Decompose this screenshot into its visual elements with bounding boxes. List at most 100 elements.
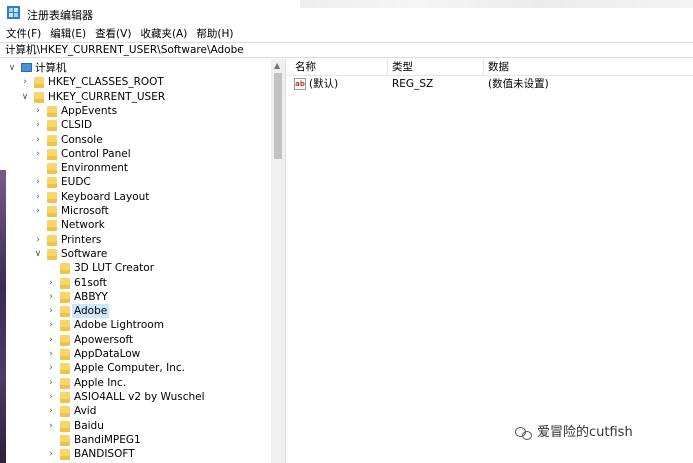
chevron-right-icon[interactable]: › <box>47 447 55 461</box>
tree-item[interactable]: › AppEvents <box>0 104 270 118</box>
folder-icon <box>60 434 70 446</box>
tree-item[interactable]: › BANDISOFT <box>0 447 270 461</box>
tree-item[interactable]: › HKEY_CLASSES_ROOT <box>0 75 270 89</box>
tree-item-label: BANDISOFT <box>74 448 135 461</box>
menu-item[interactable]: 文件(F) <box>6 26 41 42</box>
tree-item[interactable]: Environment <box>0 161 270 175</box>
chevron-right-icon[interactable]: › <box>34 175 42 189</box>
folder-icon <box>60 277 70 289</box>
column-divider[interactable] <box>483 59 484 75</box>
chevron-down-icon[interactable]: ∨ <box>21 90 29 104</box>
chevron-right-icon[interactable]: › <box>47 304 55 318</box>
tree-item[interactable]: ∨ HKEY_CURRENT_USER <box>0 90 270 104</box>
title-bar: 注册表编辑器 <box>0 0 693 26</box>
tree-item[interactable]: › Avid <box>0 404 270 418</box>
tree-item[interactable]: ∨ 计算机 <box>0 61 270 75</box>
tree-item[interactable]: › EUDC <box>0 175 270 189</box>
chevron-right-icon[interactable]: › <box>34 233 42 247</box>
tree-item[interactable]: › AppDataLow <box>0 347 270 361</box>
menu-item[interactable]: 查看(V) <box>95 26 131 42</box>
wechat-icon <box>515 426 533 440</box>
tree-item-label: AppEvents <box>61 104 118 117</box>
tree-item[interactable]: › Apple Computer, Inc. <box>0 361 270 375</box>
chevron-right-icon[interactable]: › <box>34 190 42 204</box>
tree-item[interactable]: › Console <box>0 133 270 147</box>
tree-item[interactable]: › Control Panel <box>0 147 270 161</box>
chevron-right-icon[interactable]: › <box>47 376 55 390</box>
tree-item-label: Control Panel <box>61 147 131 160</box>
chevron-down-icon[interactable]: ∨ <box>34 247 42 261</box>
tree-item-label: CLSID <box>61 119 93 132</box>
tree-item[interactable]: BandiMPEG1 <box>0 433 270 447</box>
tree-scrollbar[interactable]: ▲ <box>271 59 285 463</box>
tree-item[interactable]: › ASIO4ALL v2 by Wuschel <box>0 390 270 404</box>
address-path[interactable]: 计算机\HKEY_CURRENT_USER\Software\Adobe <box>5 44 244 56</box>
tree-item[interactable]: › CLSID <box>0 118 270 132</box>
chevron-right-icon[interactable]: › <box>21 75 29 89</box>
chevron-down-icon[interactable]: ∨ <box>8 61 16 75</box>
tree-item[interactable]: 3D LUT Creator <box>0 261 270 275</box>
chevron-right-icon[interactable]: › <box>34 204 42 218</box>
tree-item[interactable]: › Adobe <box>0 304 270 319</box>
column-divider[interactable] <box>387 59 388 75</box>
chevron-right-icon[interactable]: › <box>47 333 55 347</box>
chevron-right-icon[interactable]: › <box>47 361 55 375</box>
menu-item[interactable]: 编辑(E) <box>50 26 86 42</box>
chevron-right-icon[interactable]: › <box>47 318 55 332</box>
folder-icon <box>60 391 70 403</box>
tree-item[interactable]: › ABBYY <box>0 290 270 304</box>
tree-item[interactable]: › Adobe Lightroom <box>0 318 270 332</box>
tree-item-label: Baidu <box>74 419 104 432</box>
chevron-right-icon[interactable]: › <box>34 104 42 118</box>
tree-item-label: HKEY_CLASSES_ROOT <box>48 76 164 89</box>
chevron-right-icon[interactable]: › <box>34 133 42 147</box>
tree-item[interactable]: › Microsoft <box>0 204 270 218</box>
tree-item[interactable]: ∨ Software <box>0 247 270 261</box>
column-data[interactable]: 数据 <box>488 60 509 74</box>
chevron-right-icon[interactable]: › <box>47 419 55 433</box>
watermark-text: 爱冒险的cutfish <box>537 425 633 440</box>
desktop-edge <box>0 170 6 463</box>
folder-icon <box>47 220 57 232</box>
scrollbar-thumb[interactable] <box>274 73 282 159</box>
chevron-right-icon[interactable]: › <box>47 276 55 290</box>
chevron-right-icon[interactable]: › <box>34 118 42 132</box>
tree-item-label: Printers <box>61 233 102 246</box>
folder-icon <box>47 134 57 146</box>
chevron-right-icon[interactable]: › <box>47 347 55 361</box>
folder-icon <box>60 306 70 318</box>
column-type[interactable]: 类型 <box>392 60 413 74</box>
folder-icon <box>47 248 57 260</box>
tree-item-label: Keyboard Layout <box>61 190 150 203</box>
chevron-right-icon[interactable]: › <box>34 147 42 161</box>
tree-item[interactable]: › Printers <box>0 233 270 247</box>
tree-item-label: 计算机 <box>35 62 67 74</box>
tree-item-label: Adobe <box>72 304 110 319</box>
folder-icon <box>60 449 70 461</box>
folder-icon <box>47 177 57 189</box>
tree-item[interactable]: › Baidu <box>0 419 270 433</box>
column-name[interactable]: 名称 <box>295 60 316 74</box>
tree-item-label: 3D LUT Creator <box>74 262 155 275</box>
background-blur <box>300 0 693 8</box>
tree-item[interactable]: Network <box>0 218 270 232</box>
list-row[interactable]: ab (默认) REG_SZ (数值未设置) <box>286 77 693 91</box>
chevron-right-icon[interactable]: › <box>47 290 55 304</box>
chevron-right-icon[interactable]: › <box>47 390 55 404</box>
scroll-up-icon[interactable]: ▲ <box>274 61 280 70</box>
folder-icon <box>60 291 70 303</box>
menu-item[interactable]: 收藏夹(A) <box>140 26 187 42</box>
tree-item-label: EUDC <box>61 176 91 189</box>
reg-string-icon: ab <box>294 78 306 90</box>
tree-item-label: Network <box>61 219 105 232</box>
tree-item[interactable]: › Keyboard Layout <box>0 190 270 204</box>
tree-item-label: AppDataLow <box>74 348 141 360</box>
tree-item[interactable]: › 61soft <box>0 276 270 290</box>
tree-item-label: HKEY_CURRENT_USER <box>48 90 166 103</box>
address-bar[interactable]: 计算机\HKEY_CURRENT_USER\Software\Adobe <box>0 42 693 58</box>
chevron-right-icon[interactable]: › <box>47 404 55 418</box>
tree-item[interactable]: › Apple Inc. <box>0 376 270 390</box>
tree-item[interactable]: › Apowersoft <box>0 333 270 347</box>
folder-icon <box>47 148 57 160</box>
menu-item[interactable]: 帮助(H) <box>196 26 233 42</box>
